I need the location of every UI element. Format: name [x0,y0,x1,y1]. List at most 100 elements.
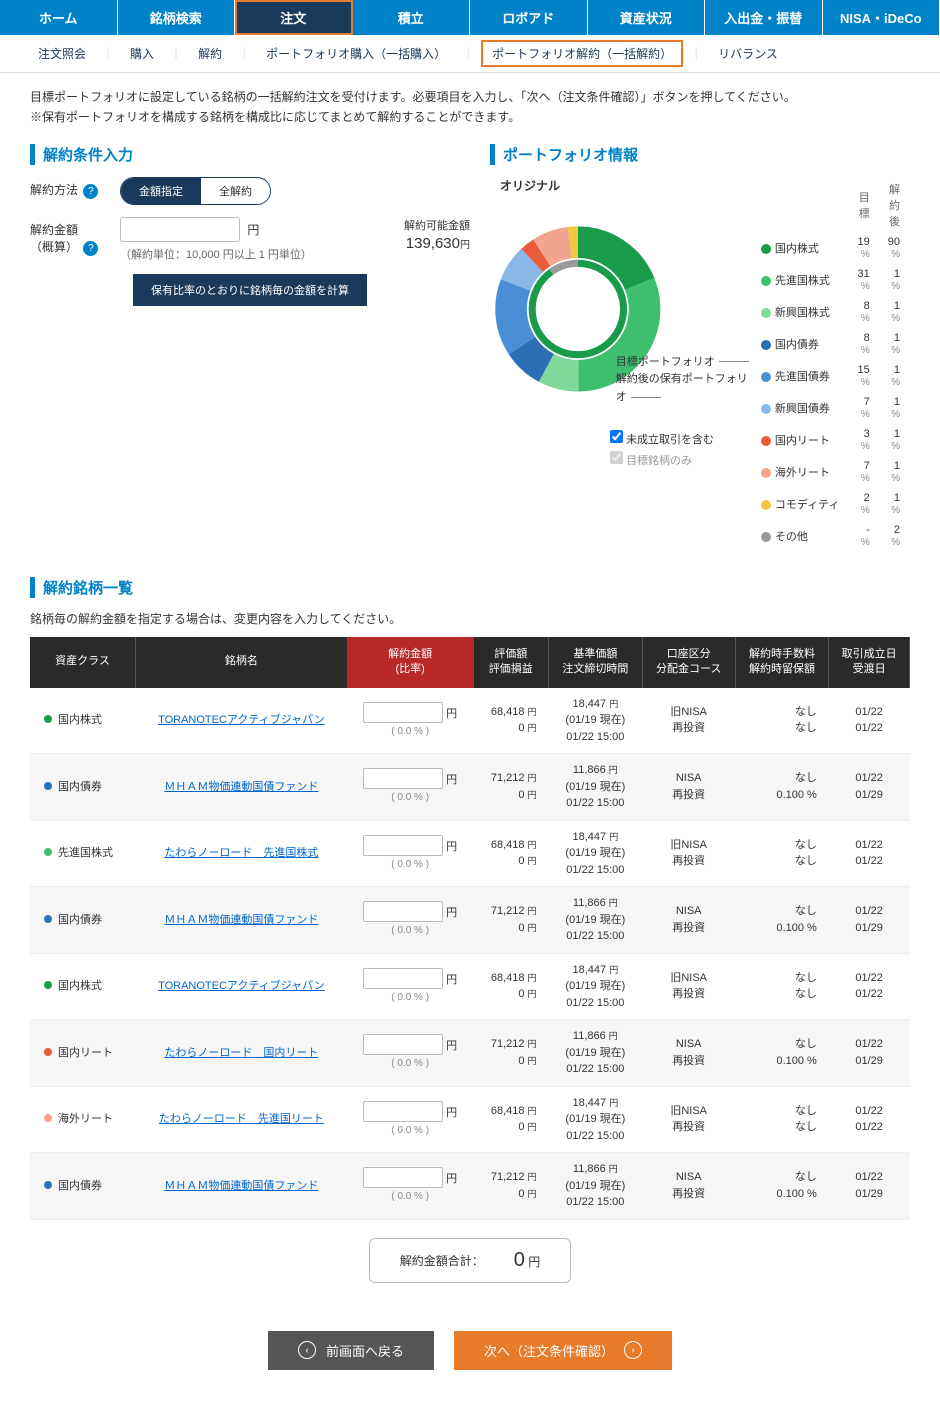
total-yen: 円 [528,1255,540,1269]
subnav-item[interactable]: 解約 [190,41,230,66]
page-intro: 目標ポートフォリオに設定している銘柄の一括解約注文を受付けます。必要項目を入力し… [30,87,910,128]
subnav-item[interactable]: 購入 [122,41,162,66]
calculate-button[interactable]: 保有比率のとおりに銘柄毎の金額を計算 [133,274,367,306]
assets-table: 資産クラス銘柄名解約金額(比率)評価額評価損益基準価額注文締切時間口座区分分配金… [30,637,910,1220]
asset-dot-icon [44,1114,52,1122]
table-row: 国内債券 ＭＨＡＭ物価連動国債ファンド 円( 0.0 % ) 71,212 円0… [30,754,910,821]
legend-dot-icon [761,468,771,478]
legend-dot-icon [761,532,771,542]
asset-name-link[interactable]: たわらノーロード 先進国株式 [164,847,318,859]
topnav-item[interactable]: 積立 [353,0,471,35]
topnav-item[interactable]: ホーム [0,0,118,35]
asset-name-link[interactable]: ＭＨＡＭ物価連動国債ファンド [164,914,318,926]
row-amount-input[interactable] [363,901,443,922]
subnav-item[interactable]: 注文照会 [30,41,94,66]
asset-dot-icon [44,915,52,923]
method-toggle: 金額指定 全解約 [120,177,271,205]
chevron-right-icon: › [624,1341,642,1359]
possible-amount: 解約可能金額 139,630円 [404,217,470,252]
row-amount-input[interactable] [363,1101,443,1122]
subnav-item[interactable]: リバランス [710,41,786,66]
subnav-item[interactable]: ポートフォリオ解約（一括解約） [482,41,682,66]
legend-hdr-after: 解約後 [880,179,908,231]
asset-name-link[interactable]: たわらノーロード 先進国リート [159,1113,324,1125]
assets-header: 資産クラス [30,637,136,688]
legend-dot-icon [761,276,771,286]
total-label: 解約金額合計： [400,1252,484,1269]
row-amount-input[interactable] [363,835,443,856]
topnav-item[interactable]: 銘柄検索 [118,0,236,35]
topnav-item[interactable]: NISA・iDeCo [823,0,940,35]
table-row: 海外リート たわらノーロード 先進国リート 円( 0.0 % ) 68,418 … [30,1086,910,1153]
table-row: 国内株式 TORANOTECアクティブジャパン 円( 0.0 % ) 68,41… [30,688,910,754]
intro-line-1: 目標ポートフォリオに設定している銘柄の一括解約注文を受付けます。必要項目を入力し… [30,87,910,107]
help-icon[interactable]: ? [83,184,98,199]
row-amount-input[interactable] [363,1034,443,1055]
next-button[interactable]: 次へ（注文条件確認）› [454,1331,672,1370]
table-row: 国内債券 ＭＨＡＭ物価連動国債ファンド 円( 0.0 % ) 71,212 円0… [30,1153,910,1220]
legend-dot-icon [761,404,771,414]
topnav-item[interactable]: ロボアド [470,0,588,35]
legend-row: 海外リート7 %1 % [753,457,908,487]
amount-label-text: 解約金額 [30,223,78,237]
unit-note: （解約単位：10,000 円以上 1 円単位） [120,246,312,262]
legend-row: 新興国株式8 %1 % [753,297,908,327]
assets-intro: 銘柄毎の解約金額を指定する場合は、変更内容を入力してください。 [30,610,910,627]
method-label-text: 解約方法 [30,183,78,197]
topnav-item[interactable]: 入出金・振替 [705,0,823,35]
asset-dot-icon [44,981,52,989]
subnav-item[interactable]: ポートフォリオ購入（一括購入） [258,41,454,66]
asset-name-link[interactable]: ＭＨＡＭ物価連動国債ファンド [164,1180,318,1192]
table-row: 国内株式 TORANOTECアクティブジャパン 円( 0.0 % ) 68,41… [30,953,910,1020]
legend-row: 国内株式19 %90 % [753,233,908,263]
legend-dot-icon [761,244,771,254]
legend-dot-icon [761,500,771,510]
assets-header: 基準価額注文締切時間 [549,637,643,688]
row-amount-input[interactable] [363,702,443,723]
asset-dot-icon [44,715,52,723]
asset-name-link[interactable]: TORANOTECアクティブジャパン [158,714,325,726]
asset-name-link[interactable]: ＭＨＡＭ物価連動国債ファンド [164,781,318,793]
assets-header: 取引成立日受渡日 [829,637,910,688]
method-label: 解約方法 ? [30,177,110,199]
section-assets-title: 解約銘柄一覧 [30,577,910,598]
assets-header: 評価額評価損益 [473,637,549,688]
toggle-all[interactable]: 全解約 [201,178,270,204]
legend-row: 先進国株式31 %1 % [753,265,908,295]
assets-header: 口座区分分配金コース [642,637,735,688]
help-icon[interactable]: ? [83,241,98,256]
asset-dot-icon [44,1048,52,1056]
check-include-pending[interactable]: 未成立取引を含む [610,430,751,447]
topnav-item[interactable]: 注文 [235,0,353,35]
legend-row: その他- %2 % [753,521,908,551]
check-include-pending-box[interactable] [610,430,623,443]
possible-label: 解約可能金額 [404,217,470,233]
possible-yen: 円 [460,240,470,251]
legend-row: コモディティ2 %1 % [753,489,908,519]
legend-row: 国内債券8 %1 % [753,329,908,359]
legend-dot-icon [761,436,771,446]
donut-label-target: 目標ポートフォリオ [616,356,715,368]
toggle-amount[interactable]: 金額指定 [121,178,201,204]
legend-dot-icon [761,372,771,382]
table-row: 国内債券 ＭＨＡＭ物価連動国債ファンド 円( 0.0 % ) 71,212 円0… [30,887,910,954]
legend-dot-icon [761,308,771,318]
table-row: 国内リート たわらノーロード 国内リート 円( 0.0 % ) 71,212 円… [30,1020,910,1087]
section-conditions-title: 解約条件入力 [30,144,470,165]
amount-input[interactable] [120,217,240,242]
row-amount-input[interactable] [363,1167,443,1188]
row-amount-input[interactable] [363,768,443,789]
total-box: 解約金額合計： 0 円 [369,1238,572,1283]
asset-name-link[interactable]: たわらノーロード 国内リート [164,1047,318,1059]
back-button[interactable]: ‹前画面へ戻る [268,1331,434,1370]
asset-dot-icon [44,1181,52,1189]
check-target-only-box [610,451,623,464]
asset-name-link[interactable]: TORANOTECアクティブジャパン [158,980,325,992]
check-target-only[interactable]: 目標銘柄のみ [610,451,751,468]
top-navigation: ホーム銘柄検索注文積立ロボアド資産状況入出金・振替NISA・iDeCo [0,0,940,35]
assets-header: 解約時手数料解約時留保額 [735,637,829,688]
asset-dot-icon [44,782,52,790]
sub-navigation: 注文照会｜購入｜解約｜ポートフォリオ購入（一括購入）｜ポートフォリオ解約（一括解… [0,35,940,73]
row-amount-input[interactable] [363,968,443,989]
topnav-item[interactable]: 資産状況 [588,0,706,35]
